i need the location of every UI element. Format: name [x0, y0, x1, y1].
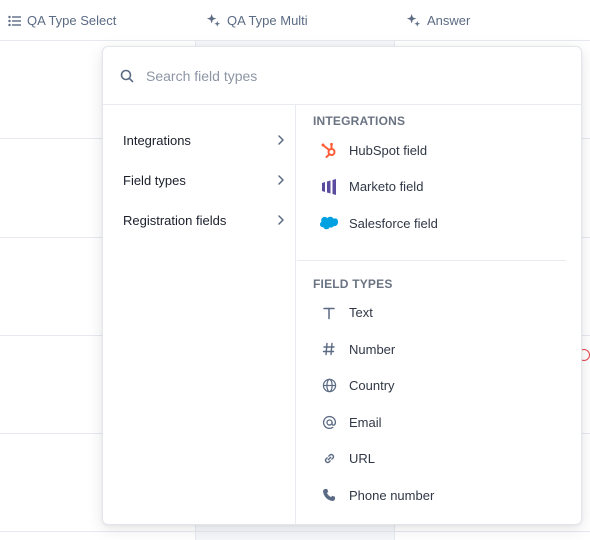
- at-icon: [319, 412, 339, 432]
- option-phone-number[interactable]: Phone number: [297, 477, 581, 514]
- category-label: Registration fields: [123, 212, 227, 228]
- section-title-integrations: INTEGRATIONS: [313, 114, 406, 128]
- option-label: Number: [349, 341, 396, 357]
- link-icon: [319, 449, 339, 469]
- column-header-answer[interactable]: Answer: [406, 0, 470, 41]
- option-label: Salesforce field: [349, 215, 438, 231]
- category-label: Field types: [123, 172, 186, 188]
- row-divider: [0, 531, 590, 532]
- column-header-qa-type-multi[interactable]: QA Type Multi: [206, 0, 308, 41]
- search-icon: [120, 69, 134, 82]
- option-label: Marketo field: [349, 179, 424, 195]
- option-hubspot-field[interactable]: HubSpot field: [297, 132, 581, 169]
- search-input[interactable]: [146, 67, 526, 84]
- hash-icon: [319, 339, 339, 359]
- option-text[interactable]: Text: [297, 295, 581, 332]
- chevron-right-icon: [278, 175, 284, 185]
- field-type-picker: Integrations Field types Registration fi…: [102, 46, 582, 525]
- option-label: HubSpot field: [349, 142, 428, 158]
- column-header-qa-type-select[interactable]: QA Type Select: [8, 0, 116, 41]
- option-salesforce-field[interactable]: Salesforce field: [297, 205, 581, 242]
- option-label: URL: [349, 451, 376, 467]
- list-icon: [8, 15, 21, 26]
- salesforce-icon: [319, 213, 339, 233]
- chevron-right-icon: [278, 135, 284, 145]
- chevron-right-icon: [278, 215, 284, 225]
- marketo-icon: [319, 177, 339, 197]
- globe-icon: [319, 376, 339, 396]
- column-header-label: QA Type Multi: [227, 13, 308, 28]
- section-title-field-types: FIELD TYPES: [313, 276, 393, 291]
- option-label: Country: [349, 378, 395, 394]
- option-label: Email: [349, 414, 382, 430]
- option-label: Text: [349, 305, 373, 321]
- option-marketo-field[interactable]: Marketo field: [297, 169, 581, 206]
- option-email[interactable]: Email: [297, 404, 581, 441]
- option-country[interactable]: Country: [297, 368, 581, 405]
- column-header-label: Answer: [427, 13, 471, 28]
- text-icon: [319, 303, 339, 323]
- sparkle-icon: [406, 13, 421, 27]
- category-label: Integrations: [123, 132, 191, 148]
- sparkle-icon: [206, 13, 221, 27]
- phone-icon: [319, 485, 339, 505]
- search-bar: [103, 47, 581, 105]
- category-list: Integrations Field types Registration fi…: [103, 105, 296, 524]
- category-registration-fields[interactable]: Registration fields: [103, 200, 295, 240]
- header-divider: [0, 40, 590, 41]
- field-type-options: INTEGRATIONS HubSpot field Marketo field…: [297, 105, 581, 524]
- option-number[interactable]: Number: [297, 331, 581, 368]
- category-field-types[interactable]: Field types: [103, 160, 295, 200]
- option-label: Phone number: [349, 487, 435, 503]
- hubspot-icon: [319, 140, 339, 160]
- column-header-label: QA Type Select: [27, 13, 117, 28]
- category-integrations[interactable]: Integrations: [103, 120, 295, 160]
- option-url[interactable]: URL: [297, 441, 581, 478]
